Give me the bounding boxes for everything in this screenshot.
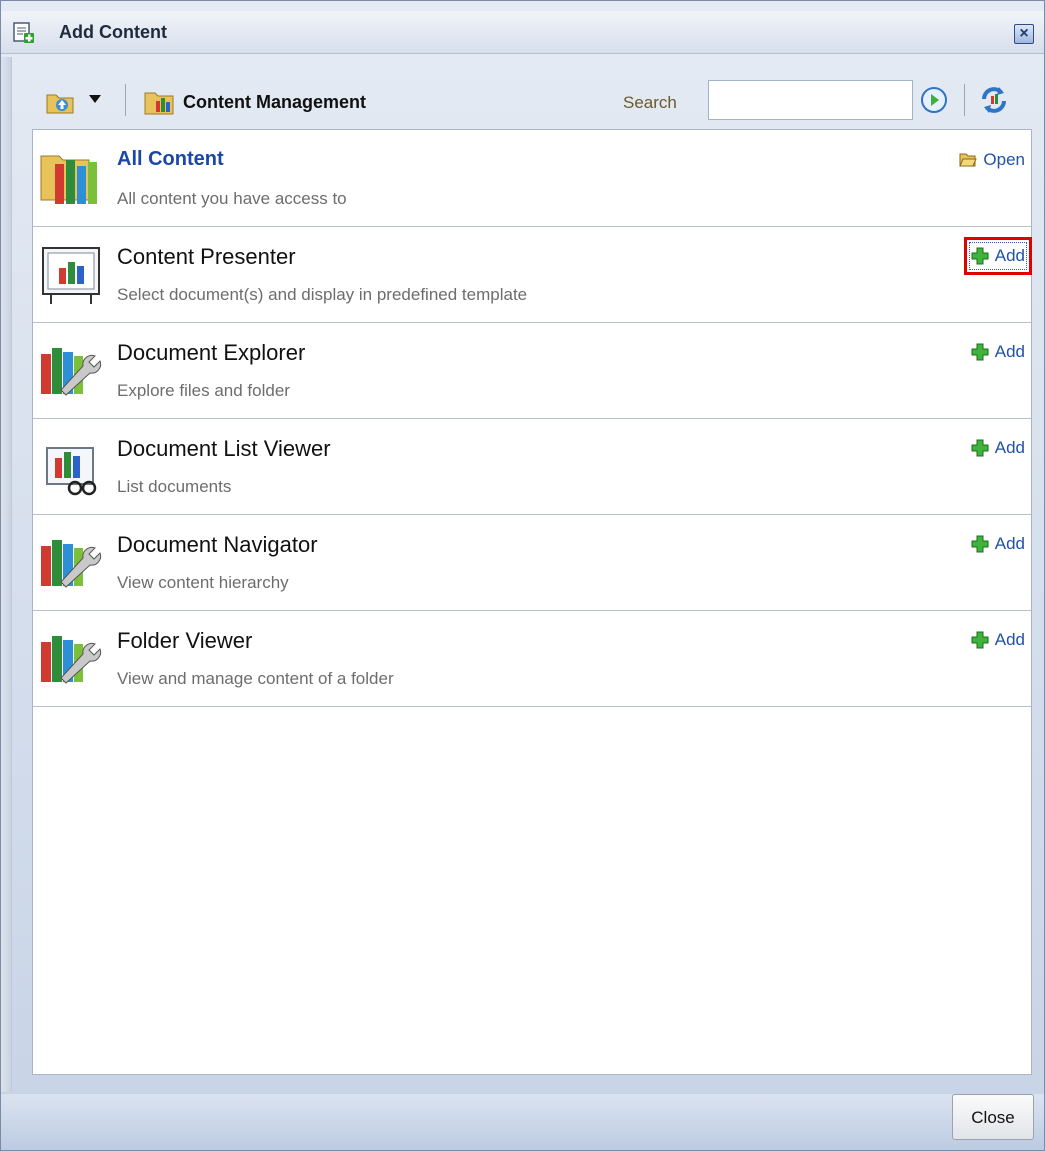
dropdown-arrow-icon[interactable] bbox=[89, 95, 101, 103]
toolbar-separator bbox=[964, 84, 965, 116]
toolbar: Content Management Search bbox=[1, 71, 1044, 131]
search-label: Search bbox=[623, 93, 677, 112]
item-description: View and manage content of a folder bbox=[117, 669, 394, 688]
refresh-icon[interactable] bbox=[978, 85, 1010, 115]
list-item[interactable]: Document Explorer Explore files and fold… bbox=[33, 322, 1031, 419]
add-plus-icon bbox=[971, 247, 989, 265]
books-folder-icon bbox=[40, 155, 97, 204]
open-link-label[interactable]: Open bbox=[983, 150, 1025, 170]
add-plus-icon bbox=[971, 631, 989, 649]
add-button-label[interactable]: Add bbox=[995, 246, 1025, 266]
add-button[interactable]: Add bbox=[971, 340, 1025, 364]
dialog-title: Add Content bbox=[59, 22, 167, 42]
item-title: Document Explorer bbox=[117, 340, 306, 365]
add-button-label[interactable]: Add bbox=[995, 534, 1025, 554]
dialog-titlebar: Add Content × bbox=[1, 11, 1044, 54]
dialog-footer: Close bbox=[1, 1094, 1044, 1150]
books-wrench-icon bbox=[41, 636, 102, 684]
list-item[interactable]: Document Navigator View content hierarch… bbox=[33, 514, 1031, 611]
search-input[interactable] bbox=[708, 80, 913, 120]
add-content-dialog: Add Content × Content Management Search bbox=[0, 0, 1045, 1151]
item-description: Explore files and folder bbox=[117, 381, 290, 400]
toolbar-separator bbox=[125, 84, 126, 116]
books-glasses-icon bbox=[46, 447, 97, 496]
books-wrench-icon bbox=[41, 348, 102, 396]
item-description: View content hierarchy bbox=[117, 573, 289, 592]
item-title: Folder Viewer bbox=[117, 628, 253, 653]
add-button[interactable]: Add bbox=[971, 532, 1025, 556]
item-title: Document List Viewer bbox=[117, 436, 331, 461]
item-description: Select document(s) and display in predef… bbox=[117, 285, 528, 304]
list-item[interactable]: Document List Viewer List documents Add bbox=[33, 418, 1031, 515]
item-title: Content Presenter bbox=[117, 244, 296, 269]
add-button[interactable]: Add bbox=[971, 436, 1025, 460]
breadcrumb-content-management[interactable]: Content Management bbox=[183, 92, 366, 113]
presentation-board-icon bbox=[42, 247, 100, 304]
list-item[interactable]: Folder Viewer View and manage content of… bbox=[33, 610, 1031, 707]
add-plus-icon bbox=[971, 343, 989, 361]
item-description: All content you have access to bbox=[117, 189, 347, 208]
item-description: List documents bbox=[117, 477, 232, 496]
add-button-label[interactable]: Add bbox=[995, 630, 1025, 650]
go-arrow-icon[interactable] bbox=[920, 86, 948, 114]
books-wrench-icon bbox=[41, 540, 102, 588]
close-x-icon[interactable]: × bbox=[1014, 24, 1034, 44]
content-list: All Content All content you have access … bbox=[32, 129, 1032, 1075]
add-button[interactable]: Add bbox=[971, 628, 1025, 652]
content-folder-icon bbox=[144, 92, 174, 115]
add-button[interactable]: Add bbox=[968, 242, 1028, 270]
close-button[interactable]: Close bbox=[952, 1094, 1034, 1140]
add-plus-icon bbox=[971, 535, 989, 553]
list-item[interactable]: Content Presenter Select document(s) and… bbox=[33, 226, 1031, 323]
add-button-label[interactable]: Add bbox=[995, 342, 1025, 362]
item-title[interactable]: All Content bbox=[117, 148, 224, 171]
list-item[interactable]: All Content All content you have access … bbox=[33, 130, 1031, 227]
add-plus-icon bbox=[971, 439, 989, 457]
add-content-icon bbox=[13, 22, 34, 43]
folder-up-icon[interactable] bbox=[45, 87, 75, 117]
open-link[interactable]: Open bbox=[959, 148, 1025, 172]
open-folder-icon bbox=[959, 153, 978, 167]
dialog-left-edge bbox=[1, 57, 12, 1092]
item-title: Document Navigator bbox=[117, 532, 318, 557]
add-button-label[interactable]: Add bbox=[995, 438, 1025, 458]
